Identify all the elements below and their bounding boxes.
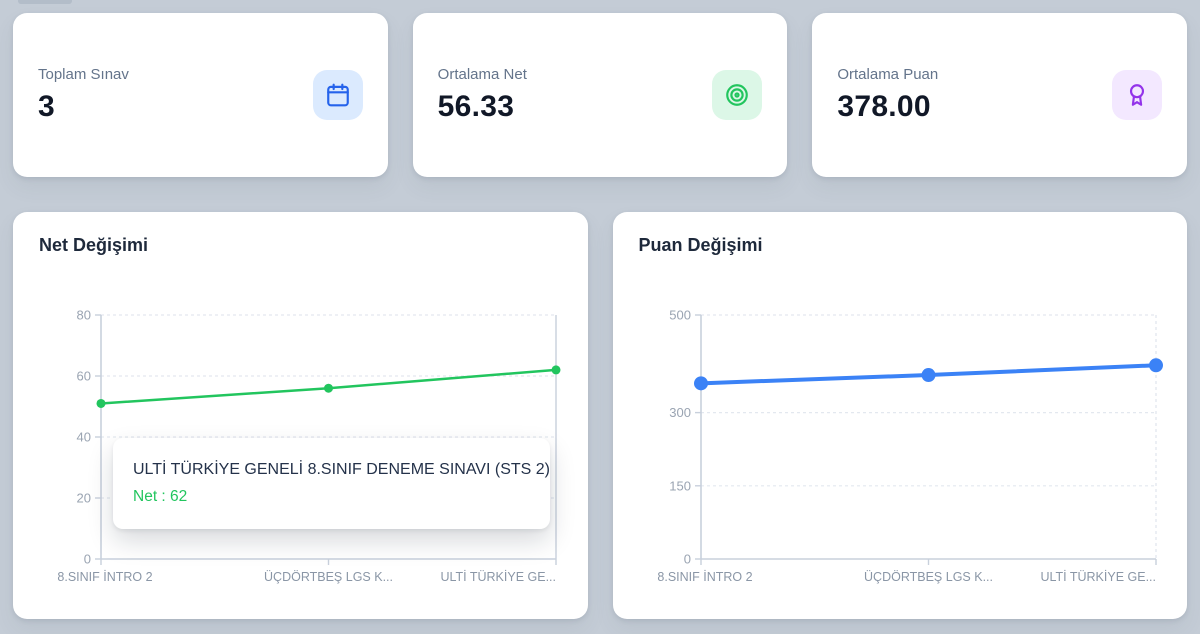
svg-text:ULTİ TÜRKİYE GE...: ULTİ TÜRKİYE GE...	[440, 570, 556, 584]
target-icon	[712, 70, 762, 120]
charts-row: Net Değişimi 0 20 40 60 80 8.SINIF İNTRO 2 ÜÇD…	[13, 212, 1187, 619]
award-icon	[1112, 70, 1162, 120]
svg-text:8.SINIF İNTRO 2: 8.SINIF İNTRO 2	[57, 570, 152, 584]
stats-row: Toplam Sınav 3 Ortalama Net 56.33	[13, 13, 1187, 177]
svg-text:ÜÇDÖRTBEŞ LGS K...: ÜÇDÖRTBEŞ LGS K...	[864, 570, 993, 584]
stat-card-total-exams: Toplam Sınav 3	[13, 13, 388, 177]
svg-text:40: 40	[77, 430, 91, 445]
stat-value: 3	[38, 90, 129, 124]
stat-info: Ortalama Puan 378.00	[837, 66, 938, 124]
chart-tooltip: ULTİ TÜRKİYE GENELİ 8.SINIF DENEME SINAV…	[113, 438, 550, 529]
stat-card-average-score: Ortalama Puan 378.00	[812, 13, 1187, 177]
top-edge-remnant-bar	[18, 0, 72, 4]
stat-card-average-net: Ortalama Net 56.33	[413, 13, 788, 177]
calendar-icon	[313, 70, 363, 120]
chart-title: Puan Değişimi	[639, 235, 763, 256]
score-line-chart[interactable]: 01503005008.SINIF İNTRO 2ÜÇDÖRTBEŞ LGS K…	[665, 307, 1165, 597]
svg-text:150: 150	[669, 478, 691, 493]
stat-label: Ortalama Net	[438, 66, 527, 83]
svg-text:8.SINIF İNTRO 2: 8.SINIF İNTRO 2	[657, 570, 752, 584]
svg-text:80: 80	[77, 308, 91, 323]
stat-value: 378.00	[837, 90, 938, 124]
svg-text:500: 500	[669, 308, 691, 323]
net-change-chart-card: Net Değişimi 0 20 40 60 80 8.SINIF İNTRO 2 ÜÇD…	[13, 212, 588, 619]
stat-label: Ortalama Puan	[837, 66, 938, 83]
tooltip-exam-title: ULTİ TÜRKİYE GENELİ 8.SINIF DENEME SINAV…	[133, 461, 538, 479]
svg-text:ÜÇDÖRTBEŞ LGS K...: ÜÇDÖRTBEŞ LGS K...	[264, 570, 393, 584]
svg-text:60: 60	[77, 369, 91, 384]
svg-text:ULTİ TÜRKİYE GE...: ULTİ TÜRKİYE GE...	[1040, 570, 1156, 584]
svg-text:20: 20	[77, 491, 91, 506]
stat-info: Ortalama Net 56.33	[438, 66, 527, 124]
svg-text:0: 0	[84, 552, 91, 567]
score-change-chart-card: Puan Değişimi 0 150 300 500 8.SINIF İNTRO 2 Ü…	[613, 212, 1188, 619]
tooltip-net-value: Net : 62	[133, 488, 538, 506]
stat-info: Toplam Sınav 3	[38, 66, 129, 124]
stat-label: Toplam Sınav	[38, 66, 129, 83]
stat-value: 56.33	[438, 90, 527, 124]
svg-text:300: 300	[669, 405, 691, 420]
chart-title: Net Değişimi	[39, 235, 148, 256]
svg-text:0: 0	[683, 552, 690, 567]
